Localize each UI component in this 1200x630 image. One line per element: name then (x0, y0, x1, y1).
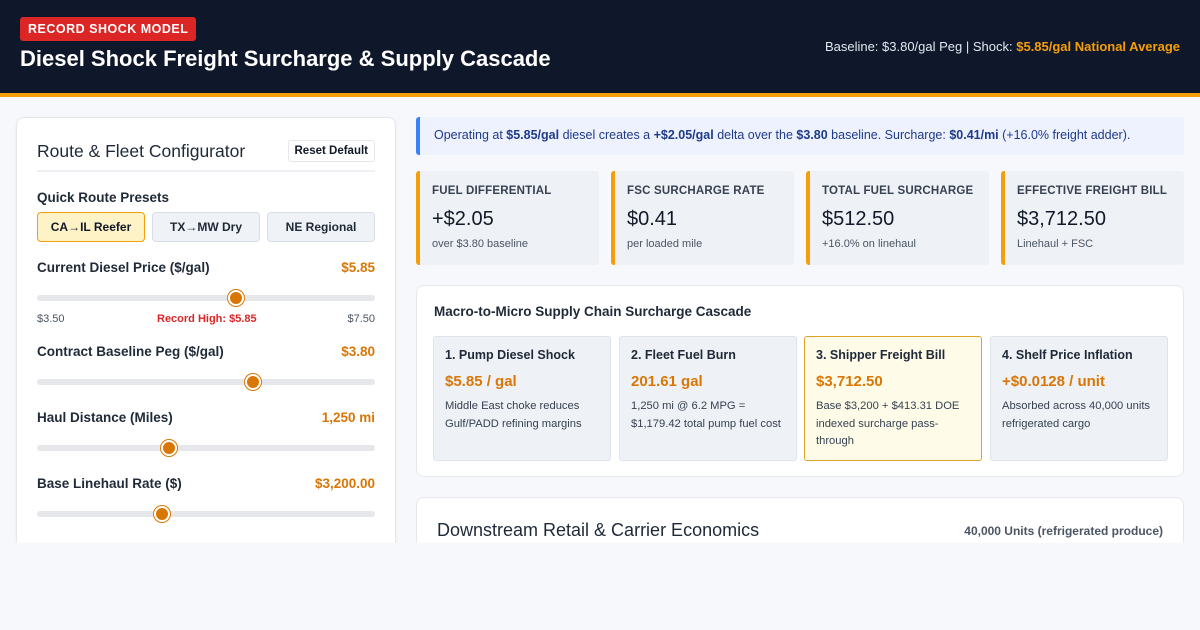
diesel-record-high: Record High: $5.85 (157, 313, 257, 325)
header-meta-highlight: $5.85/gal National Average (1016, 39, 1180, 54)
supply-chain-cascade-panel: Macro-to-Micro Supply Chain Surcharge Ca… (416, 285, 1184, 477)
step-description: 1,250 mi @ 6.2 MPG = $1,179.42 total pum… (631, 400, 781, 430)
kpi-value: $512.50 (822, 208, 895, 230)
baseline-peg-slider[interactable] (37, 374, 375, 390)
haul-distance-slider-thumb[interactable] (160, 440, 177, 456)
preset-ne-regional-button[interactable]: NE Regional (267, 212, 375, 242)
quick-route-presets-label: Quick Route Presets (37, 190, 170, 205)
banner-text: baseline. Surcharge: (827, 128, 950, 142)
kpi-value: $0.41 (627, 208, 678, 230)
banner-text: Operating at (434, 128, 507, 142)
preset-ca-il-reefer-button[interactable]: CA→IL Reefer (37, 212, 145, 242)
step-value: $3,712.50 (816, 373, 883, 390)
baseline-peg-slider-thumb[interactable] (245, 374, 262, 390)
diesel-price-slider[interactable] (37, 290, 375, 306)
linehaul-rate-label: Base Linehaul Rate ($) (37, 476, 182, 491)
surcharge-info-banner: Operating at $5.85/gal diesel creates a … (416, 117, 1184, 155)
diesel-range-min: $3.50 (37, 313, 65, 325)
page-title: Diesel Shock Freight Surcharge & Supply … (20, 46, 551, 71)
diesel-price-label: Current Diesel Price ($/gal) (37, 260, 210, 275)
divider (37, 170, 375, 172)
diesel-range-max: $7.50 (347, 313, 375, 325)
cascade-step-pump-diesel-shock: 1. Pump Diesel Shock $5.85 / gal Middle … (433, 336, 611, 461)
preset-tx-mw-dry-button[interactable]: TX→MW Dry (152, 212, 260, 242)
downstream-units-label: 40,000 Units (refrigerated produce) (964, 524, 1163, 538)
kpi-sub: Linehaul + FSC (1017, 238, 1094, 250)
linehaul-rate-slider-thumb[interactable] (154, 506, 171, 522)
cascade-title: Macro-to-Micro Supply Chain Surcharge Ca… (434, 304, 752, 319)
diesel-price-slider-thumb[interactable] (228, 290, 245, 306)
haul-distance-label: Haul Distance (Miles) (37, 410, 173, 425)
banner-delta: +$2.05/gal (653, 128, 714, 142)
kpi-effective-freight-bill: EFFECTIVE FREIGHT BILL $3,712.50 Linehau… (1001, 171, 1184, 265)
kpi-fuel-differential: FUEL DIFFERENTIAL +$2.05 over $3.80 base… (416, 171, 599, 265)
step-description: Base $3,200 + $413.31 DOE indexed surcha… (816, 400, 960, 447)
route-fleet-configurator: Route & Fleet Configurator Reset Default… (16, 117, 396, 557)
viewport-bottom-area (0, 543, 1200, 630)
kpi-label: EFFECTIVE FREIGHT BILL (1017, 185, 1168, 197)
step-description: Middle East choke reduces Gulf/PADD refi… (445, 400, 582, 430)
kpi-label: TOTAL FUEL SURCHARGE (822, 185, 974, 197)
header-baseline-info: Baseline: $3.80/gal Peg | Shock: $5.85/g… (825, 39, 1180, 54)
linehaul-rate-value: $3,200.00 (314, 476, 375, 491)
kpi-sub: per loaded mile (627, 238, 703, 250)
cascade-step-fleet-fuel-burn: 2. Fleet Fuel Burn 201.61 gal 1,250 mi @… (619, 336, 797, 461)
kpi-value: $3,712.50 (1017, 208, 1106, 230)
banner-diesel-price: $5.85/gal (506, 128, 560, 142)
step-value: $5.85 / gal (445, 373, 517, 390)
step-title: 1. Pump Diesel Shock (445, 348, 575, 362)
diesel-price-value: $5.85 (341, 260, 375, 275)
cascade-step-shipper-freight-bill: 3. Shipper Freight Bill $3,712.50 Base $… (804, 336, 982, 461)
banner-baseline: $3.80 (796, 128, 828, 142)
kpi-sub: +16.0% on linehaul (822, 238, 916, 250)
baseline-peg-label: Contract Baseline Peg ($/gal) (37, 344, 224, 359)
step-title: 3. Shipper Freight Bill (816, 348, 946, 362)
haul-distance-slider[interactable] (37, 440, 375, 456)
banner-text: delta over the (713, 128, 797, 142)
step-value: 201.61 gal (631, 373, 703, 390)
step-value: +$0.0128 / unit (1002, 373, 1105, 390)
banner-text: diesel creates a (559, 128, 654, 142)
reset-default-button[interactable]: Reset Default (287, 140, 375, 162)
step-title: 2. Fleet Fuel Burn (631, 348, 736, 362)
banner-text: (+16.0% freight adder). (998, 128, 1131, 142)
kpi-fsc-surcharge-rate: FSC SURCHARGE RATE $0.41 per loaded mile (611, 171, 794, 265)
app-header: RECORD SHOCK MODEL Diesel Shock Freight … (0, 0, 1200, 97)
kpi-total-fuel-surcharge: TOTAL FUEL SURCHARGE $512.50 +16.0% on l… (806, 171, 989, 265)
configurator-title: Route & Fleet Configurator (37, 141, 246, 161)
cascade-step-shelf-price-inflation: 4. Shelf Price Inflation +$0.0128 / unit… (990, 336, 1168, 461)
linehaul-rate-slider[interactable] (37, 506, 375, 522)
header-meta-prefix: Baseline: $3.80/gal Peg | Shock: (824, 39, 1017, 54)
step-description: Absorbed across 40,000 units refrigerate… (1002, 400, 1151, 430)
kpi-sub: over $3.80 baseline (432, 238, 529, 250)
banner-surcharge: $0.41/mi (949, 128, 999, 142)
baseline-peg-value: $3.80 (341, 344, 375, 359)
haul-distance-value: 1,250 mi (321, 410, 375, 425)
kpi-label: FSC SURCHARGE RATE (627, 185, 765, 197)
record-shock-badge: RECORD SHOCK MODEL (20, 17, 197, 41)
kpi-label: FUEL DIFFERENTIAL (432, 185, 552, 197)
downstream-title: Downstream Retail & Carrier Economics (437, 520, 760, 540)
step-title: 4. Shelf Price Inflation (1002, 348, 1133, 362)
kpi-value: +$2.05 (432, 208, 494, 230)
